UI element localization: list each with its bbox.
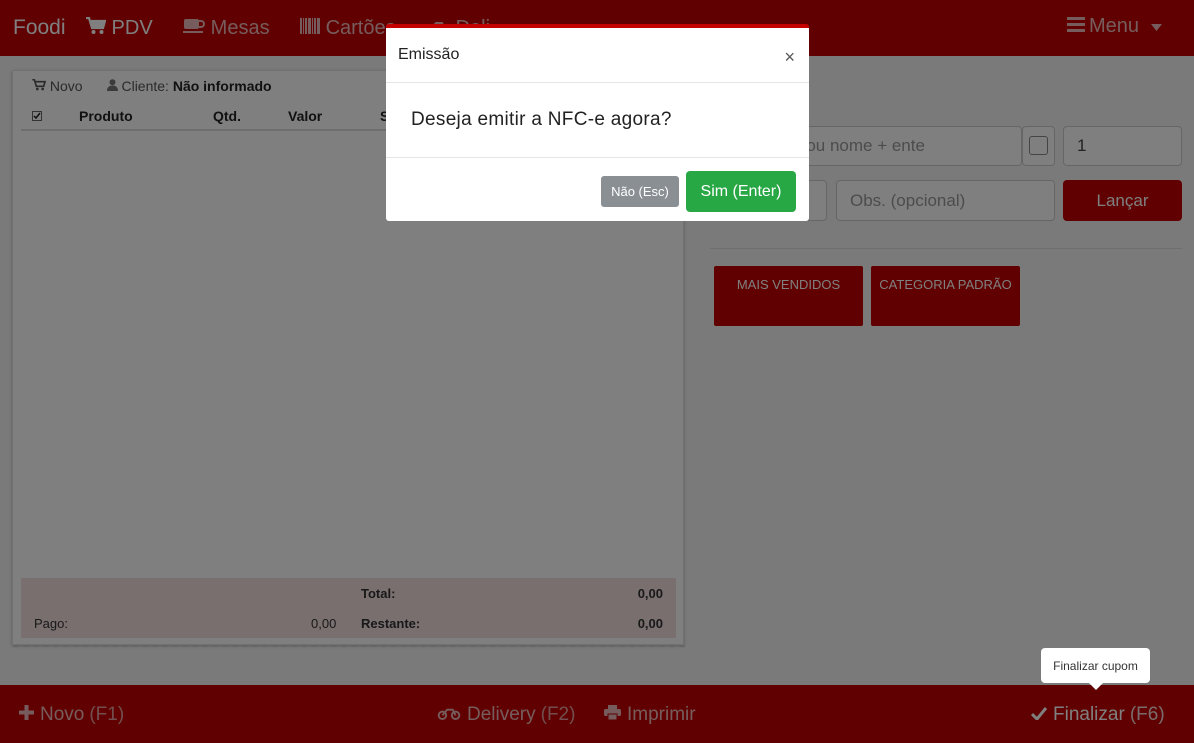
modal-header: Emissão × [386,28,809,83]
sim-button[interactable]: Sim (Enter) [686,171,796,212]
modal-body: Deseja emitir a NFC-e agora? [386,83,809,158]
nao-button[interactable]: Não (Esc) [601,176,679,207]
modal-title: Emissão [398,46,460,63]
modal-message: Deseja emitir a NFC-e agora? [411,109,672,130]
emissao-modal: Emissão × Deseja emitir a NFC-e agora? N… [386,24,809,221]
close-icon[interactable]: × [784,47,795,68]
finalizar-tooltip: Finalizar cupom [1041,648,1150,690]
